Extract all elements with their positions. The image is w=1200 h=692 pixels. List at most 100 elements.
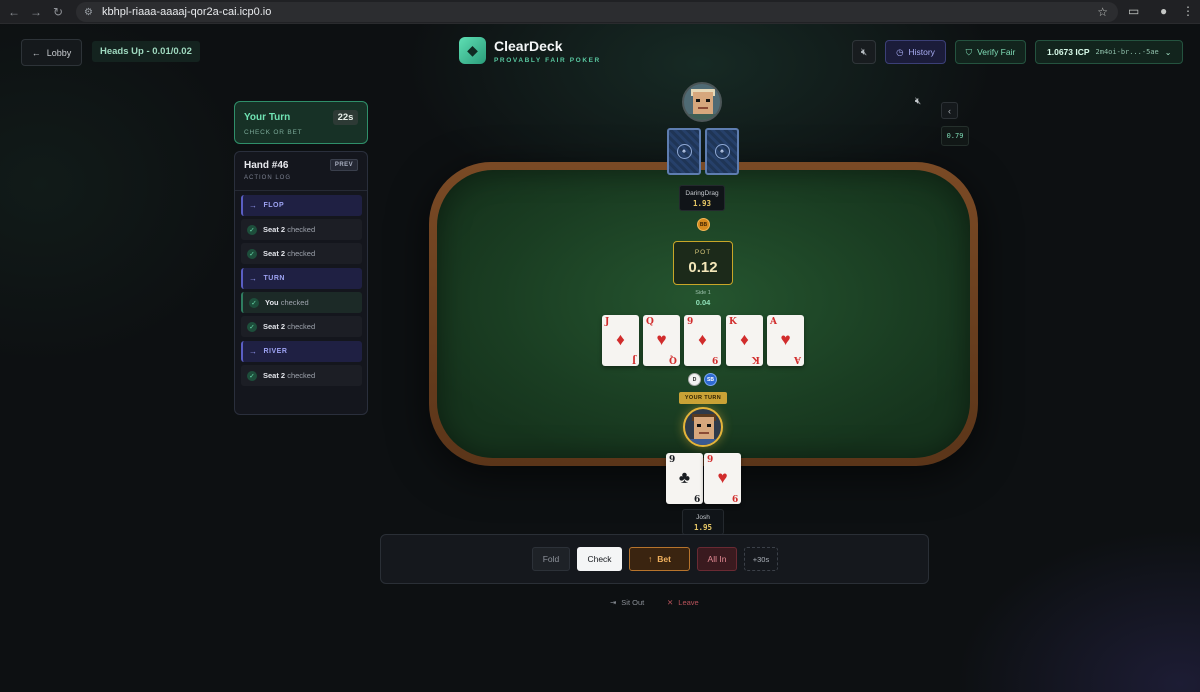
log-action-row: ✓ You checked xyxy=(241,292,362,313)
hero-hole-card: 9 ♥ 9 xyxy=(704,453,741,504)
exit-icon: ⇥ xyxy=(610,598,617,607)
log-action-row: ✓ Seat 2 checked xyxy=(241,219,362,240)
arrow-right-icon: → xyxy=(249,201,258,210)
turn-indicator: Your Turn CHECK OR BET 22s xyxy=(234,101,368,144)
verify-label: Verify Fair xyxy=(977,47,1016,57)
big-blind-chip: BB xyxy=(697,218,710,231)
board-card: Q ♥ Q xyxy=(643,315,680,366)
mute-button[interactable]: 🔇︎ xyxy=(852,40,876,64)
table-mute-button[interactable]: 🔇︎ xyxy=(908,92,928,110)
menu-icon[interactable]: ⋮ xyxy=(1182,4,1194,18)
log-street-row: → RIVER xyxy=(241,341,362,362)
opponent-name: DaringDrag xyxy=(685,190,719,197)
bet-button[interactable]: ↑ Bet xyxy=(629,547,690,571)
opponent-nameplate: DaringDrag 1.93 xyxy=(679,185,725,211)
history-label: History xyxy=(908,47,935,57)
arrow-left-icon: ← xyxy=(31,47,41,58)
site-info-icon[interactable]: ⚙ xyxy=(84,6,96,18)
diamond-icon: ♦ xyxy=(740,330,749,349)
check-button[interactable]: Check xyxy=(577,547,622,571)
small-blind-chip: SB xyxy=(704,373,717,386)
log-player: Seat 2 xyxy=(263,322,286,331)
log-action: checked xyxy=(287,322,316,331)
club-icon: ♣ xyxy=(678,468,691,487)
action-bar: Fold Check ↑ Bet All In +30s xyxy=(380,534,929,584)
card-rank: 9 xyxy=(711,354,718,364)
profile-icon[interactable]: ● xyxy=(1160,4,1167,18)
shield-icon: ⛉ xyxy=(965,46,973,57)
card-rank: A xyxy=(770,317,777,327)
hand-number: Hand #46 xyxy=(244,160,289,171)
url-text: kbhpl-riaaa-aaaaj-qor2a-cai.icp0.io xyxy=(102,6,272,18)
arrow-right-icon: → xyxy=(249,347,258,356)
lobby-button[interactable]: ← Lobby xyxy=(21,39,82,66)
arrow-up-icon: ↑ xyxy=(648,554,653,564)
wallet-address: 2m4oi-br...-5ae xyxy=(1095,48,1159,56)
leave-link[interactable]: ✕ Leave xyxy=(667,598,699,607)
log-action: checked xyxy=(287,371,316,380)
forward-icon[interactable]: → xyxy=(25,1,47,23)
leave-label: Leave xyxy=(678,598,699,607)
board-card: A ♥ A xyxy=(767,315,804,366)
back-icon[interactable]: ← xyxy=(3,1,25,23)
log-action: checked xyxy=(287,225,316,234)
cleardeck-logo-icon: ◆ xyxy=(459,37,486,64)
browser-toolbar: ← → ↻ ⚙ kbhpl-riaaa-aaaaj-qor2a-cai.icp0… xyxy=(0,0,1200,24)
check-icon: ✓ xyxy=(247,248,257,259)
board-card: 9 ♦ 9 xyxy=(684,315,721,366)
arrow-right-icon: → xyxy=(249,274,258,283)
turn-subtitle: CHECK OR BET xyxy=(244,129,303,136)
log-player: Seat 2 xyxy=(263,225,286,234)
hero-stack: 1.95 xyxy=(693,523,713,532)
pot-label: POT xyxy=(694,249,712,256)
prev-hand-button[interactable]: PREV xyxy=(330,159,358,171)
collapse-panel-button[interactable]: ‹ xyxy=(941,102,958,119)
card-rank: 9 xyxy=(731,492,738,502)
card-rank: K xyxy=(729,317,737,327)
turn-timer: 22s xyxy=(333,110,358,125)
opponent-card-back: ♠ xyxy=(705,128,739,175)
bookmark-star-icon[interactable]: ☆ xyxy=(1097,5,1108,19)
close-icon: ✕ xyxy=(667,598,674,607)
log-player: You xyxy=(265,298,279,307)
log-action-row: ✓ Seat 2 checked xyxy=(241,243,362,264)
latency-readout: 0.79 xyxy=(941,126,969,146)
log-action: checked xyxy=(287,249,316,258)
opponent-card-back: ♠ xyxy=(667,128,701,175)
stakes-badge: Heads Up - 0.01/0.02 xyxy=(92,41,200,62)
sit-out-link[interactable]: ⇥ Sit Out xyxy=(610,598,644,607)
turn-title: Your Turn xyxy=(244,112,291,123)
hero-hole-card: 9 ♣ 9 xyxy=(666,453,703,504)
wallet-balance: 1.0673 ICP xyxy=(1047,47,1090,57)
bet-label: Bet xyxy=(657,554,671,564)
side-pot-value: 0.04 xyxy=(695,298,711,307)
address-bar[interactable]: ⚙ kbhpl-riaaa-aaaaj-qor2a-cai.icp0.io ☆ xyxy=(76,2,1118,22)
hero-name: Josh xyxy=(696,514,710,521)
log-action: checked xyxy=(280,298,309,307)
fold-button[interactable]: Fold xyxy=(532,547,570,571)
brand-tagline: PROVABLY FAIR POKER xyxy=(494,57,601,64)
cast-icon[interactable]: ▭ xyxy=(1128,4,1139,18)
hero-avatar xyxy=(683,407,723,447)
street-label: FLOP xyxy=(263,202,285,209)
log-street-row: → TURN xyxy=(241,268,362,289)
action-log-panel: Hand #46 ACTION LOG PREV → FLOP ✓ Seat 2… xyxy=(234,151,368,415)
heart-icon: ♥ xyxy=(717,468,728,487)
diamond-icon: ♦ xyxy=(616,330,625,349)
pot-value: 0.12 xyxy=(688,259,718,276)
card-rank: 9 xyxy=(707,455,714,465)
check-icon: ✓ xyxy=(247,224,257,235)
street-label: TURN xyxy=(263,275,285,282)
card-rank: Q xyxy=(646,317,654,327)
card-rank: K xyxy=(752,354,760,364)
hero-nameplate: Josh 1.95 xyxy=(682,509,724,535)
check-icon: ✓ xyxy=(249,297,259,308)
history-button[interactable]: ◷ History xyxy=(885,40,946,64)
divider xyxy=(235,190,367,191)
card-rank: J xyxy=(605,317,610,327)
reload-icon[interactable]: ↻ xyxy=(47,1,69,23)
wallet-dropdown[interactable]: 1.0673 ICP 2m4oi-br...-5ae ⌄ xyxy=(1035,40,1183,64)
verify-fair-button[interactable]: ⛉ Verify Fair xyxy=(955,40,1026,64)
extend-time-button[interactable]: +30s xyxy=(744,547,778,571)
all-in-button[interactable]: All In xyxy=(697,547,737,571)
